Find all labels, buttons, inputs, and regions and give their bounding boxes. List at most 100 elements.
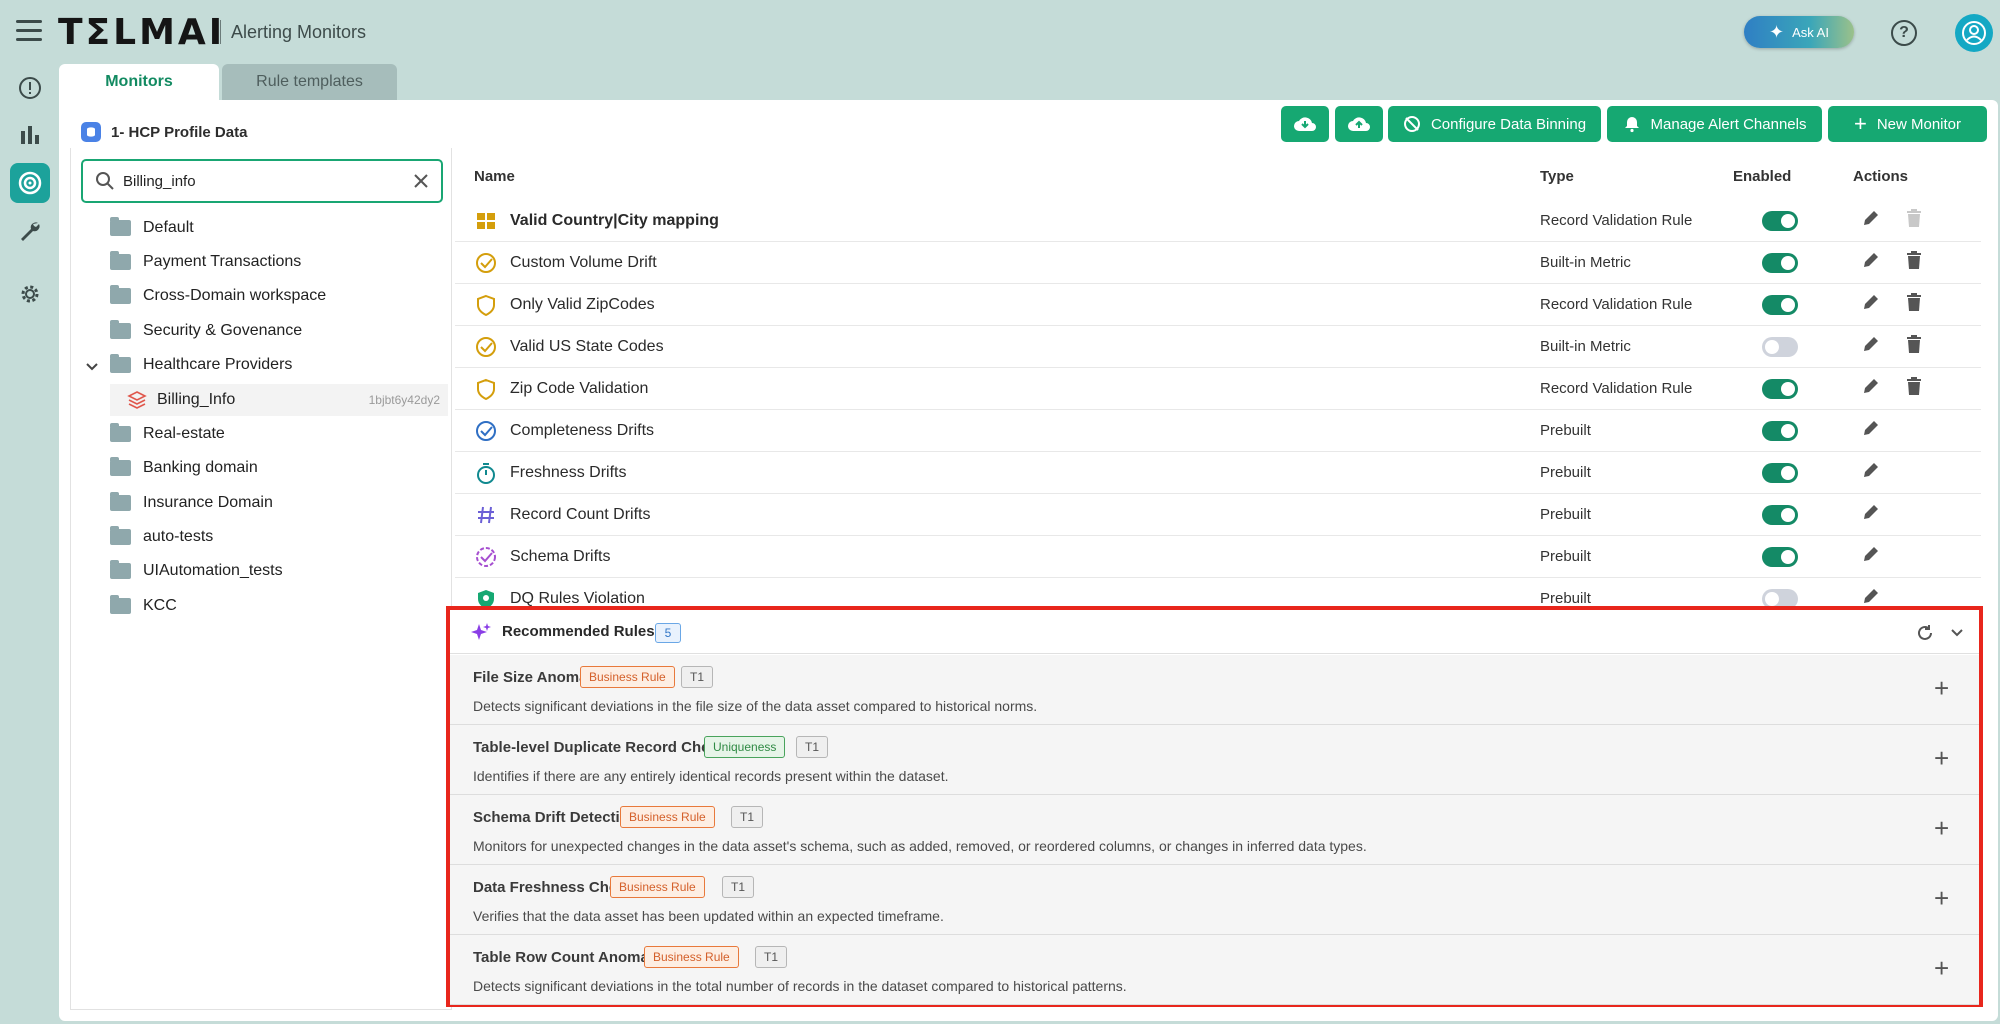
tab-monitors[interactable]: Monitors [59, 64, 219, 100]
search-input[interactable]: Billing_info [81, 159, 443, 203]
edit-button[interactable] [1861, 418, 1881, 443]
column-header-name[interactable]: Name [474, 168, 515, 185]
search-value[interactable]: Billing_info [123, 173, 413, 190]
table-row[interactable]: Valid US State Codes Built-in Metric [455, 326, 1981, 368]
bar-chart-icon[interactable] [10, 115, 50, 155]
edit-button[interactable] [1861, 460, 1881, 485]
recommended-rule[interactable]: Schema Drift Detection Business Rule T1 Mon… [450, 795, 1979, 865]
delete-button[interactable] [1906, 376, 1922, 401]
add-rule-button[interactable]: + [1934, 885, 1949, 911]
enabled-toggle[interactable] [1762, 378, 1798, 399]
delete-button[interactable] [1906, 334, 1922, 359]
tab-rule-templates[interactable]: Rule templates [222, 64, 397, 100]
tree-folder[interactable]: Default [110, 213, 194, 243]
enabled-toggle[interactable] [1762, 210, 1798, 231]
badge-check-icon [475, 546, 497, 568]
monitor-name[interactable]: Freshness Drifts [510, 464, 626, 482]
add-rule-button[interactable]: + [1934, 955, 1949, 981]
tree-folder[interactable]: Healthcare Providers [110, 350, 292, 380]
recommended-header[interactable]: Recommended Rules 5 [450, 610, 1979, 654]
delete-button[interactable] [1906, 250, 1922, 275]
menu-icon[interactable] [16, 20, 42, 42]
monitor-name[interactable]: DQ Rules Violation [510, 590, 645, 608]
edit-button[interactable] [1861, 502, 1881, 527]
wrench-icon[interactable] [10, 211, 50, 251]
configure-data-binning-button[interactable]: Configure Data Binning [1388, 106, 1601, 142]
tree-folder[interactable]: UIAutomation_tests [110, 556, 283, 586]
add-rule-button[interactable]: + [1934, 745, 1949, 771]
alert-icon[interactable] [10, 68, 50, 108]
tree-folder[interactable]: Banking domain [110, 453, 258, 483]
tree-folder[interactable]: KCC [110, 591, 177, 621]
trash-icon [1907, 377, 1921, 395]
monitor-name[interactable]: Valid Country|City mapping [510, 212, 719, 230]
monitor-name[interactable]: Valid US State Codes [510, 338, 664, 356]
table-row[interactable]: Completeness Drifts Prebuilt [455, 410, 1981, 452]
recommended-rule[interactable]: File Size Anomaly Business Rule T1 Detects … [450, 655, 1979, 725]
enabled-toggle[interactable] [1762, 420, 1798, 441]
recommended-rule[interactable]: Table-level Duplicate Record Check Unique… [450, 725, 1979, 795]
monitor-name[interactable]: Zip Code Validation [510, 380, 648, 398]
target-icon[interactable] [10, 163, 50, 203]
leaf-label: Billing_Info [157, 391, 236, 408]
enabled-toggle[interactable] [1762, 462, 1798, 483]
help-icon[interactable]: ? [1891, 20, 1917, 46]
enabled-toggle[interactable] [1762, 294, 1798, 315]
edit-button[interactable] [1861, 208, 1881, 233]
upload-button[interactable] [1335, 106, 1383, 142]
tree-folder[interactable]: Security & Govenance [110, 316, 302, 346]
add-rule-button[interactable]: + [1934, 675, 1949, 701]
delete-button[interactable] [1906, 292, 1922, 317]
recommended-rule[interactable]: Table Row Count Anomaly Business Rule T1 De… [450, 935, 1979, 1005]
folder-icon [110, 492, 131, 511]
edit-button[interactable] [1861, 376, 1881, 401]
monitor-name[interactable]: Schema Drifts [510, 548, 610, 566]
enabled-toggle[interactable] [1762, 252, 1798, 273]
tree-leaf-billing-info[interactable]: Billing_Info 1bjbt6y42dy2 [110, 384, 448, 416]
enabled-toggle[interactable] [1762, 336, 1798, 357]
cloud-upload-icon [1348, 117, 1370, 131]
chevron-down-icon[interactable] [85, 359, 99, 375]
edit-button[interactable] [1861, 544, 1881, 569]
table-row[interactable]: Custom Volume Drift Built-in Metric [455, 242, 1981, 284]
tree-folder[interactable]: auto-tests [110, 522, 213, 552]
new-monitor-button[interactable]: + New Monitor [1828, 106, 1987, 142]
edit-button[interactable] [1861, 292, 1881, 317]
tree-folder[interactable]: Cross-Domain workspace [110, 281, 326, 311]
enabled-toggle[interactable] [1762, 546, 1798, 567]
table-row[interactable]: Record Count Drifts Prebuilt [455, 494, 1981, 536]
tree-folder[interactable]: Payment Transactions [110, 247, 301, 277]
folder-icon [110, 320, 131, 339]
recommended-rule[interactable]: Data Freshness Check Business Rule T1 Verif… [450, 865, 1979, 935]
gear-icon[interactable] [10, 274, 50, 314]
column-header-type[interactable]: Type [1540, 168, 1574, 185]
monitor-name[interactable]: Only Valid ZipCodes [510, 296, 655, 314]
monitor-name[interactable]: Record Count Drifts [510, 506, 651, 524]
table-row[interactable]: Zip Code Validation Record Validation Rul… [455, 368, 1981, 410]
chevron-down-icon[interactable] [1950, 628, 1964, 638]
enabled-toggle[interactable] [1762, 504, 1798, 525]
column-header-actions: Actions [1853, 168, 1909, 185]
monitor-name[interactable]: Custom Volume Drift [510, 254, 657, 272]
pencil-icon [1864, 211, 1878, 225]
pencil-icon [1864, 463, 1878, 477]
tree-folder[interactable]: Real-estate [110, 419, 225, 449]
alerts-label: Manage Alert Channels [1650, 115, 1807, 133]
table-row[interactable]: Valid Country|City mapping Record Validat… [455, 200, 1981, 242]
tree-folder[interactable]: Insurance Domain [110, 488, 273, 518]
edit-button[interactable] [1861, 334, 1881, 359]
ask-ai-button[interactable]: ✦ Ask AI [1744, 16, 1854, 48]
table-row[interactable]: Only Valid ZipCodes Record Validation Rul… [455, 284, 1981, 326]
monitor-name[interactable]: Completeness Drifts [510, 422, 654, 440]
edit-button[interactable] [1861, 250, 1881, 275]
column-header-enabled[interactable]: Enabled [1733, 168, 1791, 185]
manage-alert-channels-button[interactable]: Manage Alert Channels [1607, 106, 1822, 142]
table-row[interactable]: Freshness Drifts Prebuilt [455, 452, 1981, 494]
folder-icon [110, 217, 131, 236]
download-button[interactable] [1281, 106, 1329, 142]
add-rule-button[interactable]: + [1934, 815, 1949, 841]
close-icon[interactable] [413, 173, 429, 189]
table-row[interactable]: Schema Drifts Prebuilt [455, 536, 1981, 578]
avatar[interactable] [1955, 14, 1993, 52]
refresh-icon[interactable] [1916, 624, 1934, 642]
